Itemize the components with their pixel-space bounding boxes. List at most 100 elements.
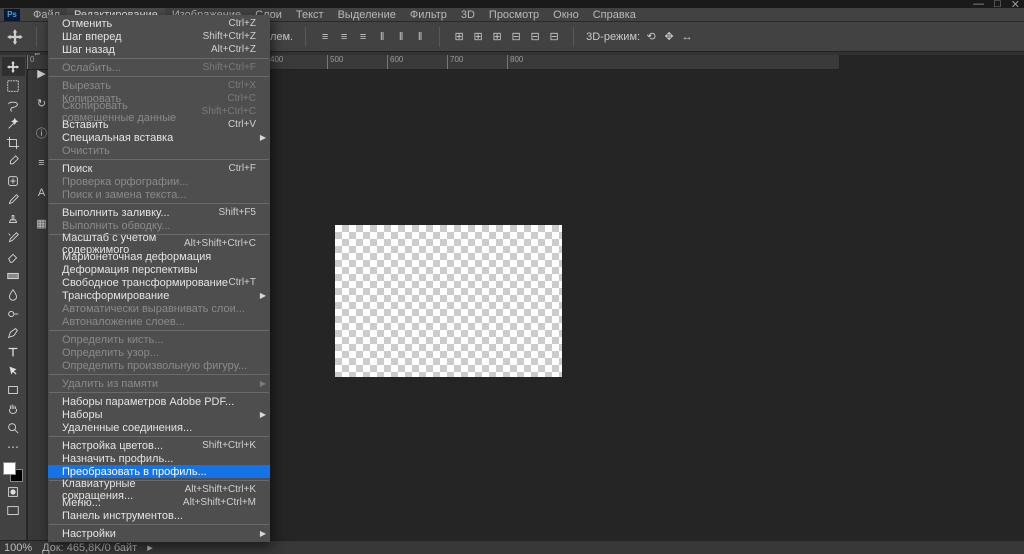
document-canvas[interactable] (335, 225, 562, 377)
menu-справка[interactable]: Справка (586, 8, 643, 22)
menu-item[interactable]: Отменить Ctrl+Z (48, 17, 270, 30)
menu-item[interactable]: Клавиатурные сокращения...Alt+Shift+Ctrl… (48, 483, 270, 496)
menu-item-label: Выполнить обводку... (62, 220, 170, 232)
menu-item-shortcut: Shift+F5 (218, 207, 256, 218)
menu-item-shortcut: Ctrl+Z (229, 18, 257, 29)
menu-item-shortcut: Alt+Ctrl+Z (211, 44, 256, 55)
quick-mask-toggle[interactable] (2, 482, 25, 501)
menu-item[interactable]: Шаг впередShift+Ctrl+Z (48, 30, 270, 43)
menu-item[interactable]: Назначить профиль... (48, 452, 270, 465)
maximize-button[interactable]: □ (994, 0, 1001, 11)
menu-item[interactable]: Наборы▶ (48, 408, 270, 421)
menu-item[interactable]: Меню...Alt+Shift+Ctrl+M (48, 496, 270, 509)
menu-item-label: Выполнить заливку... (62, 207, 170, 219)
align-controls[interactable]: ≡≡≡ ‖‖‖ (318, 30, 427, 44)
submenu-arrow-icon: ▶ (260, 379, 266, 388)
menu-item-label: Отменить (62, 18, 112, 30)
dodge-tool[interactable] (2, 304, 25, 323)
status-bar: 100% Док: 465,8K/0 байт ▸ (0, 540, 1024, 554)
menu-item-shortcut: Alt+Shift+Ctrl+M (183, 497, 256, 508)
doc-info[interactable]: Док: 465,8K/0 байт (42, 542, 137, 554)
crop-tool[interactable] (2, 133, 25, 152)
healing-brush-tool[interactable] (2, 171, 25, 190)
color-swatches[interactable] (3, 462, 23, 482)
menu-item[interactable]: Трансформирование ▶ (48, 289, 270, 302)
pen-tool[interactable] (2, 323, 25, 342)
menu-item: Ослабить...Shift+Ctrl+F (48, 61, 270, 74)
menu-item-shortcut: Ctrl+F (229, 163, 257, 174)
hand-tool[interactable] (2, 399, 25, 418)
menu-текст[interactable]: Текст (289, 8, 331, 22)
marquee-tool[interactable] (2, 76, 25, 95)
menu-item-label: Автоматически выравнивать слои... (62, 303, 245, 315)
menu-item-label: Наборы параметров Adobe PDF... (62, 396, 234, 408)
zoom-level[interactable]: 100% (4, 542, 32, 554)
menu-item[interactable]: Поиск Ctrl+F (48, 162, 270, 175)
menu-item-shortcut: Ctrl+X (228, 80, 256, 91)
submenu-arrow-icon: ▶ (260, 291, 266, 300)
menu-item-label: Свободное трансформирование (62, 277, 228, 289)
menu-item[interactable]: Свободное трансформированиеCtrl+T (48, 276, 270, 289)
path-selection-tool[interactable] (2, 361, 25, 380)
menu-окно[interactable]: Окно (546, 8, 586, 22)
magic-wand-tool[interactable] (2, 114, 25, 133)
menu-item-label: Трансформирование (62, 290, 169, 302)
menu-item[interactable]: Настройки▶ (48, 527, 270, 540)
menu-item-shortcut: Shift+Ctrl+F (203, 62, 256, 73)
menu-item[interactable]: Удаленные соединения... (48, 421, 270, 434)
menu-item: Скопировать совмещенные данныеShift+Ctrl… (48, 105, 270, 118)
edit-toolbar[interactable]: ⋯ (2, 437, 25, 456)
menu-item-label: Поиск (62, 163, 92, 175)
menu-item[interactable]: Настройка цветов...Shift+Ctrl+K (48, 439, 270, 452)
menu-item[interactable]: Преобразовать в профиль... (48, 465, 270, 478)
menu-item-label: Шаг вперед (62, 31, 122, 43)
gradient-tool[interactable] (2, 266, 25, 285)
move-tool[interactable] (2, 57, 25, 76)
menu-separator (49, 58, 269, 59)
screen-mode-toggle[interactable] (2, 501, 25, 520)
three-d-slide-icon[interactable]: ↔ (680, 30, 694, 44)
eyedropper-tool[interactable] (2, 152, 25, 171)
menu-item-label: Шаг назад (62, 44, 115, 56)
menu-выделение[interactable]: Выделение (331, 8, 403, 22)
menu-item-label: Назначить профиль... (62, 453, 173, 465)
toolbox: ⋯ (0, 55, 27, 540)
menu-item-label: Деформация перспективы (62, 264, 198, 276)
menu-item[interactable]: ВставитьCtrl+V (48, 118, 270, 131)
menu-item-label: Удалить из памяти (62, 378, 158, 390)
blur-tool[interactable] (2, 285, 25, 304)
three-d-pan-icon[interactable]: ✥ (662, 30, 676, 44)
menu-фильтр[interactable]: Фильтр (403, 8, 454, 22)
type-tool[interactable] (2, 342, 25, 361)
menu-item: Очистить (48, 144, 270, 157)
menu-item[interactable]: Выполнить заливку... Shift+F5 (48, 206, 270, 219)
menu-просмотр[interactable]: Просмотр (482, 8, 546, 22)
menu-item[interactable]: Шаг назад Alt+Ctrl+Z (48, 43, 270, 56)
eraser-tool[interactable] (2, 247, 25, 266)
menu-item-label: Преобразовать в профиль... (62, 466, 207, 478)
minimize-button[interactable]: — (973, 0, 984, 11)
menu-item-label: Вырезать (62, 80, 111, 92)
menu-item[interactable]: Специальная вставка▶ (48, 131, 270, 144)
menu-item[interactable]: Масштаб с учетом содержимогоAlt+Shift+Ct… (48, 237, 270, 250)
brush-tool[interactable] (2, 190, 25, 209)
menu-item-label: Вставить (62, 119, 109, 131)
menu-item[interactable]: Марионеточная деформация (48, 250, 270, 263)
clone-stamp-tool[interactable] (2, 209, 25, 228)
app-logo: Ps (4, 9, 20, 21)
submenu-arrow-icon: ▶ (260, 133, 266, 142)
menu-item: Определить кисть... (48, 333, 270, 346)
three-d-orbit-icon[interactable]: ⟲ (644, 30, 658, 44)
menu-item[interactable]: Наборы параметров Adobe PDF... (48, 395, 270, 408)
distribute-controls[interactable]: ⊞⊞⊞ ⊟⊟⊟ (452, 30, 561, 44)
menu-item-label: Очистить (62, 145, 110, 157)
menu-item[interactable]: Деформация перспективы (48, 263, 270, 276)
menu-item-shortcut: Ctrl+C (227, 93, 256, 104)
menu-3d[interactable]: 3D (454, 8, 482, 22)
close-button[interactable]: ✕ (1011, 0, 1020, 11)
lasso-tool[interactable] (2, 95, 25, 114)
menu-item[interactable]: Панель инструментов... (48, 509, 270, 522)
history-brush-tool[interactable] (2, 228, 25, 247)
rectangle-tool[interactable] (2, 380, 25, 399)
zoom-tool[interactable] (2, 418, 25, 437)
